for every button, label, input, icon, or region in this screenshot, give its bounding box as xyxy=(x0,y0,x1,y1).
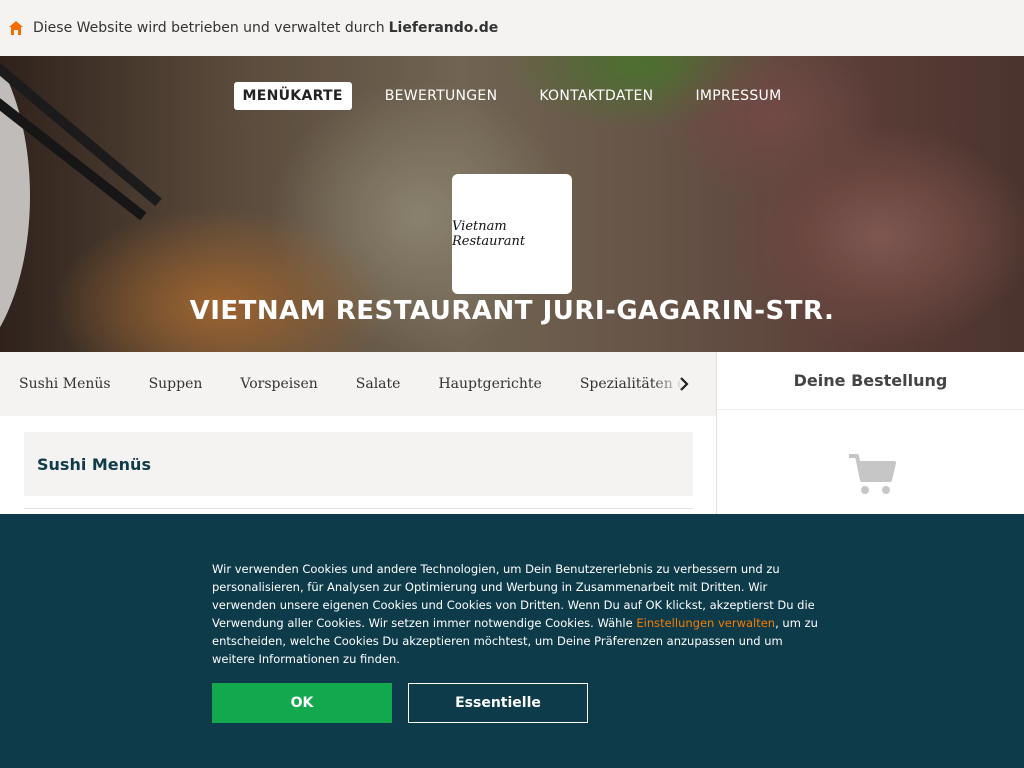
cookie-banner: Wir verwenden Cookies und andere Technol… xyxy=(0,514,1024,768)
menu-section-title: Sushi Menüs xyxy=(37,454,151,474)
cookie-essential-button[interactable]: Essentielle xyxy=(408,683,588,723)
nav-item-bewertungen[interactable]: BEWERTUNGEN xyxy=(376,82,507,110)
category-suppen[interactable]: Suppen xyxy=(149,376,203,392)
cookie-ok-button[interactable]: OK xyxy=(212,683,392,723)
category-scroll-right-button[interactable] xyxy=(652,352,716,416)
home-icon xyxy=(9,21,23,35)
category-sushi-menus[interactable]: Sushi Menüs xyxy=(19,376,111,392)
restaurant-logo-text: Vietnam Restaurant xyxy=(452,219,526,249)
category-salate[interactable]: Salate xyxy=(356,376,401,392)
nav-item-kontaktdaten[interactable]: KONTAKTDATEN xyxy=(530,82,662,110)
category-vorspeisen[interactable]: Vorspeisen xyxy=(240,376,317,392)
restaurant-logo: Vietnam Restaurant xyxy=(452,174,572,294)
nav-item-impressum[interactable]: IMPRESSUM xyxy=(686,82,790,110)
restaurant-title: VIETNAM RESTAURANT JURI-GAGARIN-STR. xyxy=(189,296,835,326)
nav-item-menukarte[interactable]: MENÜKARTE xyxy=(233,82,352,110)
site-operator-bar: Diese Website wird betrieben und verwalt… xyxy=(0,0,1024,56)
cookie-settings-link[interactable]: Einstellungen verwalten xyxy=(636,616,775,630)
cart-icon xyxy=(849,454,896,494)
menu-section-header: Sushi Menüs xyxy=(24,432,693,496)
hero-banner: MENÜKARTE BEWERTUNGEN KONTAKTDATEN IMPRE… xyxy=(0,56,1024,352)
chevron-right-icon xyxy=(680,377,689,391)
cookie-text: Wir verwenden Cookies und andere Technol… xyxy=(212,562,818,666)
operator-brand-link[interactable]: Lieferando.de xyxy=(389,20,499,36)
category-bar: Sushi Menüs Suppen Vorspeisen Salate Hau… xyxy=(0,352,716,416)
main-nav: MENÜKARTE BEWERTUNGEN KONTAKTDATEN IMPRE… xyxy=(0,82,1024,110)
order-title: Deine Bestellung xyxy=(717,352,1024,410)
category-hauptgerichte[interactable]: Hauptgerichte xyxy=(438,376,541,392)
operator-text: Diese Website wird betrieben und verwalt… xyxy=(33,20,385,36)
